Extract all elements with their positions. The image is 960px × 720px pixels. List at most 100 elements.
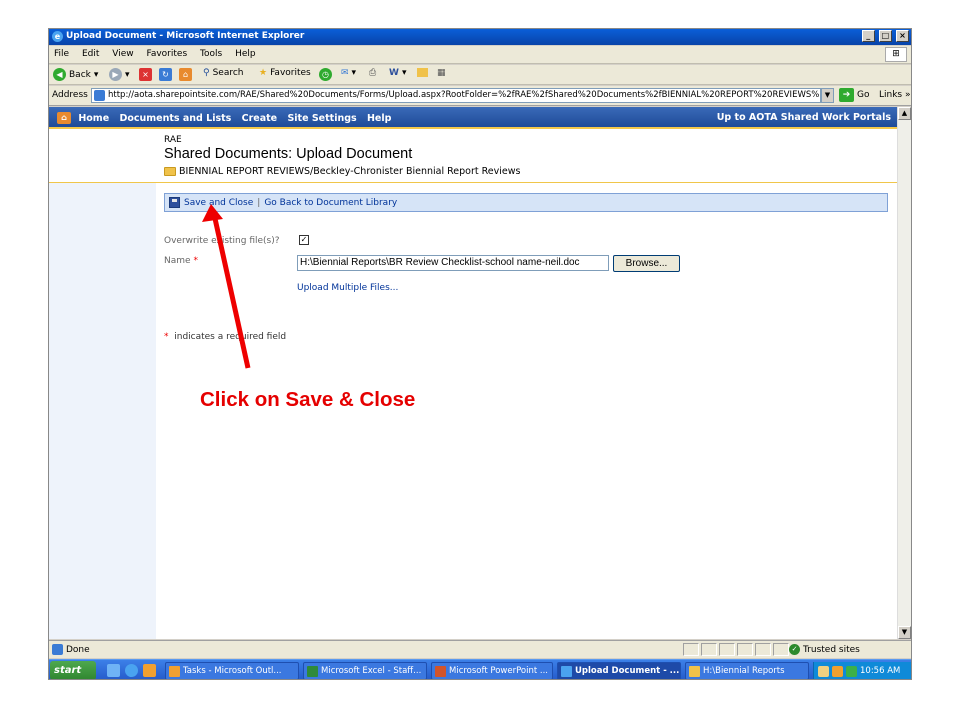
menu-tools[interactable]: Tools — [195, 46, 227, 62]
menu-favorites[interactable]: Favorites — [141, 46, 192, 62]
upload-multiple-files-link[interactable]: Upload Multiple Files... — [297, 283, 398, 293]
chevron-down-icon: ▾ — [351, 68, 357, 78]
favorites-button[interactable]: ★ Favorites — [259, 68, 311, 78]
status-pane — [755, 643, 771, 656]
taskbar: start Tasks - Microsoft Outl... Microsof… — [49, 659, 911, 679]
window-title: Upload Document - Microsoft Internet Exp… — [66, 31, 305, 41]
nav-documents-and-lists[interactable]: Documents and Lists — [119, 113, 231, 124]
outlook-icon — [169, 665, 180, 677]
task-upload-document[interactable]: Upload Document - ... — [557, 662, 681, 679]
scroll-down-arrow-icon[interactable]: ▼ — [898, 626, 911, 639]
site-name[interactable]: RAE — [164, 135, 182, 145]
system-tray: 10:56 AM — [813, 662, 911, 679]
links-label: Links — [879, 90, 903, 100]
search-button[interactable]: ⚲ Search — [203, 68, 244, 78]
search-label: Search — [212, 68, 244, 78]
messenger-icon: ▦ — [437, 68, 446, 78]
chevron-down-icon: ▾ — [125, 69, 130, 80]
menu-edit[interactable]: Edit — [77, 46, 104, 62]
address-dropdown-button[interactable]: ▼ — [821, 88, 834, 103]
show-desktop-icon[interactable] — [107, 664, 120, 677]
back-label: Back — [69, 69, 91, 80]
close-button[interactable]: × — [896, 30, 909, 42]
home-icon: ⌂ — [57, 112, 71, 124]
back-button[interactable]: ◀ Back ▾ — [53, 68, 98, 81]
print-button[interactable]: ⎙ — [369, 68, 376, 78]
status-pane — [719, 643, 735, 656]
go-button[interactable]: ➔ Go — [839, 88, 869, 102]
address-label: Address — [52, 90, 88, 100]
mail-button[interactable]: ✉ ▾ — [341, 68, 356, 78]
nav-left: ⌂ Home Documents and Lists Create Site S… — [57, 112, 398, 124]
minimize-button[interactable]: _ — [861, 30, 875, 42]
action-separator: | — [257, 197, 261, 208]
left-column — [49, 131, 156, 639]
task-label: Microsoft Excel - Staff... — [321, 666, 422, 676]
file-name-input[interactable]: H:\Biennial Reports\BR Review Checklist-… — [297, 255, 609, 271]
ie-icon[interactable] — [125, 664, 138, 677]
forward-button[interactable]: ▶ ▾ — [109, 68, 130, 81]
ie-icon: e — [52, 31, 63, 42]
status-pane — [737, 643, 753, 656]
annotation-callout: Click on Save & Close — [200, 388, 416, 411]
excel-icon — [307, 665, 318, 677]
name-field-label: Name * — [164, 256, 198, 266]
status-text: Done — [52, 644, 90, 655]
messenger-button[interactable]: ▦ — [437, 68, 446, 78]
scroll-up-arrow-icon[interactable]: ▲ — [898, 107, 911, 120]
nav-up-link[interactable]: Up to AOTA Shared Work Portals — [717, 112, 891, 123]
menu-view[interactable]: View — [107, 46, 138, 62]
nav-site-settings[interactable]: Site Settings — [287, 113, 356, 124]
task-powerpoint[interactable]: Microsoft PowerPoint ... — [431, 662, 553, 679]
outlook-icon[interactable] — [832, 665, 843, 677]
nav-create[interactable]: Create — [242, 113, 278, 124]
go-back-to-library-link[interactable]: Go Back to Document Library — [264, 198, 397, 208]
refresh-button[interactable]: ↻ — [159, 68, 172, 81]
security-zone: ✓ Trusted sites — [789, 643, 907, 656]
task-label: Upload Document - ... — [575, 666, 680, 676]
clock: 10:56 AM — [860, 666, 901, 676]
mail-icon[interactable] — [818, 665, 829, 677]
links-button[interactable]: Links » — [879, 90, 911, 100]
left-column-panel — [49, 183, 156, 639]
task-excel[interactable]: Microsoft Excel - Staff... — [303, 662, 427, 679]
network-icon[interactable] — [846, 665, 857, 677]
overwrite-checkbox[interactable]: ✓ — [299, 235, 309, 245]
task-label: H:\Biennial Reports — [703, 666, 785, 676]
start-button[interactable]: start — [50, 661, 96, 679]
menu-bar: File Edit View Favorites Tools Help ⊞ — [49, 46, 911, 64]
task-folder[interactable]: H:\Biennial Reports — [685, 662, 809, 679]
address-input[interactable]: http://aota.sharepointsite.com/RAE/Share… — [91, 88, 821, 103]
discuss-button[interactable] — [417, 68, 428, 77]
history-button[interactable]: ◷ — [319, 68, 332, 81]
title-bar: e Upload Document - Microsoft Internet E… — [49, 29, 911, 45]
maximize-button[interactable]: □ — [878, 30, 892, 42]
nav-help[interactable]: Help — [367, 113, 391, 124]
back-arrow-icon: ◀ — [53, 68, 66, 81]
overwrite-label: Overwrite existing file(s)? — [164, 236, 280, 246]
required-note-text: indicates a required field — [174, 332, 287, 342]
save-and-close-button[interactable]: Save and Close — [184, 198, 253, 208]
forward-arrow-icon: ▶ — [109, 68, 122, 81]
menu-help[interactable]: Help — [230, 46, 261, 62]
vertical-scrollbar[interactable]: ▲ ▼ — [897, 107, 911, 639]
sharepoint-nav-bar: ⌂ Home Documents and Lists Create Site S… — [49, 107, 897, 129]
windows-logo-icon: ⊞ — [885, 47, 907, 62]
status-done: Done — [66, 644, 90, 655]
page-header: RAE Shared Documents: Upload Document BI… — [49, 131, 897, 183]
menu-file[interactable]: File — [49, 46, 74, 62]
favorites-label: Favorites — [270, 68, 311, 78]
home-button[interactable]: ⌂ — [179, 68, 192, 81]
home-icon: ⌂ — [179, 68, 192, 81]
outlook-icon[interactable] — [143, 664, 156, 677]
task-outlook[interactable]: Tasks - Microsoft Outl... — [165, 662, 299, 679]
address-url: http://aota.sharepointsite.com/RAE/Share… — [108, 90, 820, 100]
page-icon — [94, 90, 105, 101]
nav-home[interactable]: Home — [78, 113, 109, 124]
breadcrumb-path: BIENNIAL REPORT REVIEWS/Beckley-Chronist… — [179, 166, 521, 177]
folder-icon — [164, 167, 176, 176]
browse-button[interactable]: Browse... — [613, 255, 680, 272]
browser-window: e Upload Document - Microsoft Internet E… — [48, 28, 912, 680]
edit-button[interactable]: W ▾ — [389, 68, 406, 78]
stop-button[interactable]: × — [139, 68, 152, 81]
